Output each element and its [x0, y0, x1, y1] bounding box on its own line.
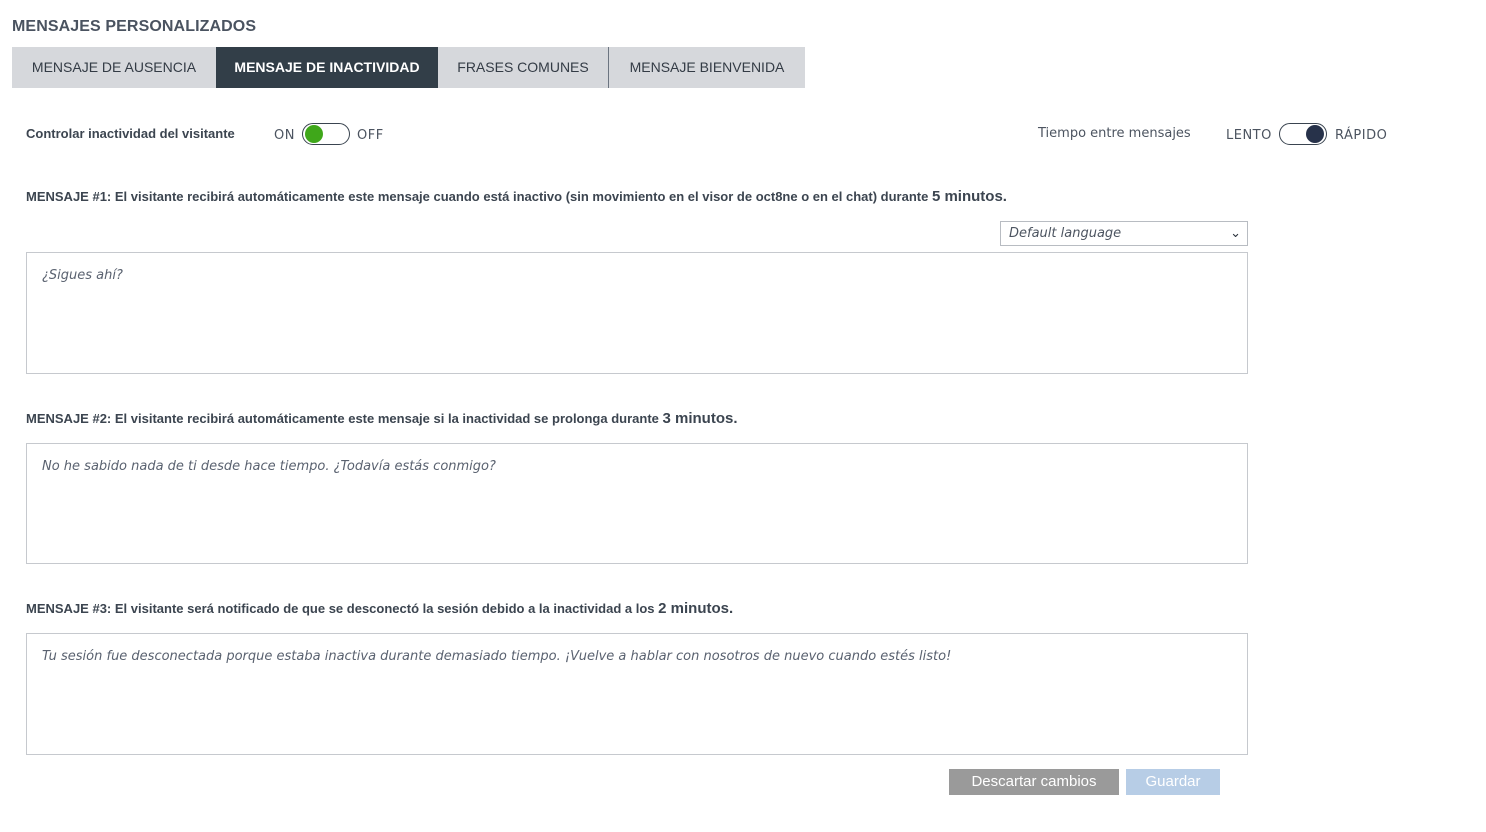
message-1-prefix: MENSAJE #1: [26, 189, 112, 204]
time-between-messages-label: Tiempo entre mensajes [1038, 126, 1191, 141]
inactivity-off-label: OFF [357, 128, 384, 143]
language-select-value: Default language [1009, 226, 1122, 241]
speed-toggle[interactable] [1279, 123, 1327, 145]
tab-mensaje-inactividad[interactable]: MENSAJE DE INACTIVIDAD [216, 47, 438, 88]
message-2-input[interactable]: No he sabido nada de ti desde hace tiemp… [26, 443, 1248, 564]
message-3-duration: 2 minutos. [658, 600, 734, 617]
speed-fast-label: RÁPIDO [1335, 128, 1388, 143]
message-1-description: MENSAJE #1: El visitante recibirá automá… [26, 188, 1007, 205]
page-title: MENSAJES PERSONALIZADOS [12, 18, 257, 35]
tab-mensaje-ausencia[interactable]: MENSAJE DE AUSENCIA [12, 47, 216, 88]
tab-mensaje-bienvenida[interactable]: MENSAJE BIENVENIDA [609, 47, 805, 88]
toggle-knob [1306, 125, 1324, 143]
message-2-description: MENSAJE #2: El visitante recibirá automá… [26, 410, 738, 427]
message-3-input[interactable]: Tu sesión fue desconectada porque estaba… [26, 633, 1248, 755]
message-3-description: MENSAJE #3: El visitante será notificado… [26, 600, 733, 617]
message-2-text: El visitante recibirá automáticamente es… [111, 411, 663, 426]
message-2-duration: 3 minutos. [662, 410, 738, 427]
message-3-prefix: MENSAJE #3: [26, 601, 112, 616]
save-button[interactable]: Guardar [1126, 769, 1220, 795]
inactivity-control-label: Controlar inactividad del visitante [26, 126, 235, 141]
language-select[interactable]: Default language ⌄ [1000, 221, 1248, 246]
inactivity-on-label: ON [274, 128, 295, 143]
toggle-knob [305, 125, 323, 143]
chevron-down-icon: ⌄ [1230, 226, 1241, 241]
inactivity-toggle[interactable] [302, 123, 350, 145]
speed-slow-label: LENTO [1226, 128, 1272, 143]
message-2-prefix: MENSAJE #2: [26, 411, 112, 426]
discard-changes-button[interactable]: Descartar cambios [949, 769, 1119, 795]
message-1-duration: 5 minutos. [931, 188, 1007, 205]
message-1-text: El visitante recibirá automáticamente es… [111, 189, 932, 204]
tab-frases-comunes[interactable]: FRASES COMUNES [438, 47, 609, 88]
message-1-input[interactable]: ¿Sigues ahí? [26, 252, 1248, 374]
tab-bar: MENSAJE DE AUSENCIA MENSAJE DE INACTIVID… [12, 47, 805, 88]
message-3-text: El visitante será notificado de que se d… [111, 601, 659, 616]
